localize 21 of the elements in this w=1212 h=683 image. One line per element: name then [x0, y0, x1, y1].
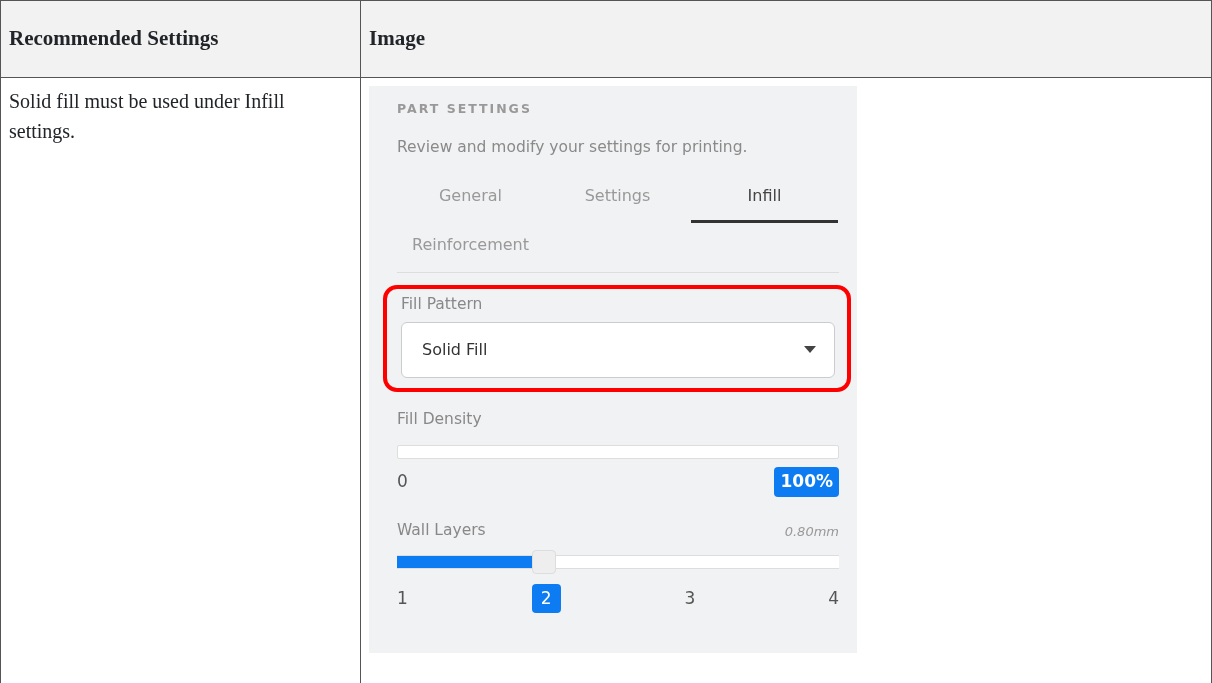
dropdown[interactable]: Solid Fill: [401, 321, 835, 378]
tick-label[interactable]: 3: [675, 583, 705, 614]
reading-text: 0.80mm: [784, 523, 839, 542]
min-label: 0: [397, 470, 408, 493]
slider-track[interactable]: [397, 445, 839, 459]
field-label: Wall Layers: [397, 519, 486, 541]
table-cell-text: Solid fill must be used under Infill settings.: [9, 88, 286, 145]
tab[interactable]: Infill: [691, 173, 838, 223]
value-badge: 100%: [774, 467, 839, 497]
column-header: Image: [369, 26, 425, 50]
panel-heading: PART SETTINGS: [397, 99, 533, 118]
panel-subtitle: Review and modify your settings for printing.: [397, 137, 749, 159]
tick-label[interactable]: 1: [388, 583, 417, 614]
slider-thumb[interactable]: [532, 549, 557, 574]
field-label: Fill Pattern: [401, 293, 484, 315]
dropdown-value: Solid Fill: [422, 338, 488, 361]
tick-label[interactable]: 2: [531, 583, 561, 614]
caret-icon: [804, 346, 816, 354]
column-header: Recommended Settings: [9, 26, 219, 50]
tick-label[interactable]: 4: [819, 583, 848, 614]
field-label: Fill Density: [397, 408, 483, 430]
